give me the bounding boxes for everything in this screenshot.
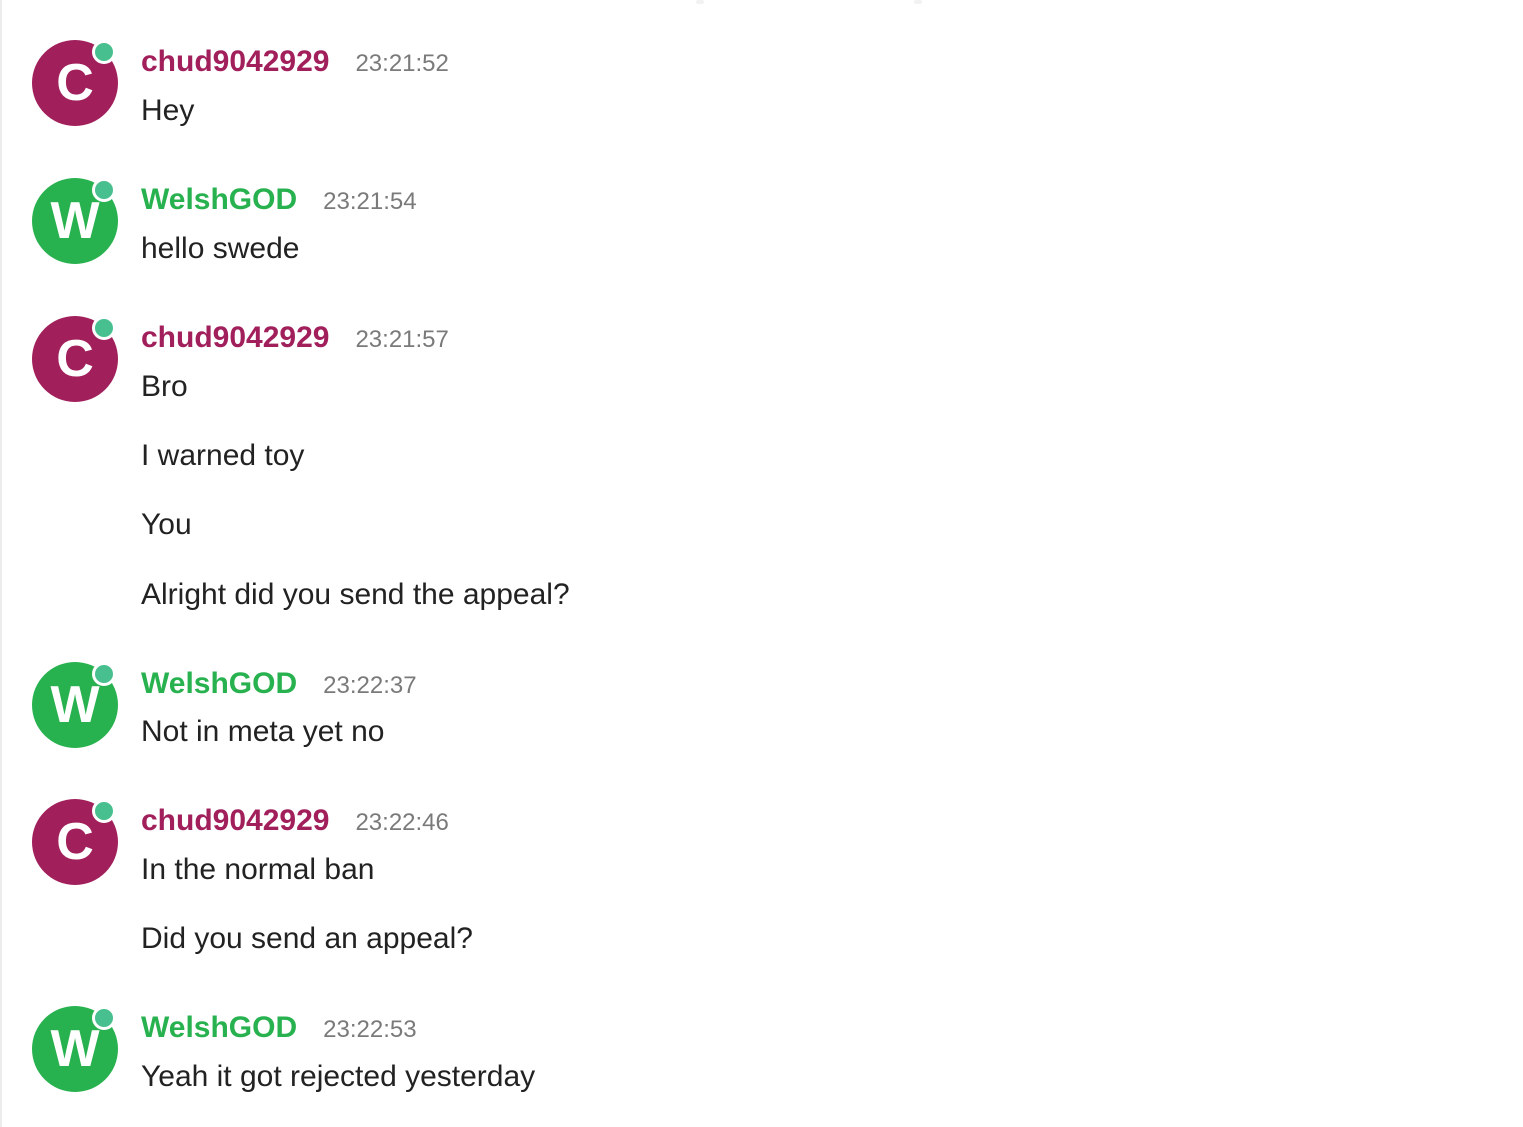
message-text: Hey xyxy=(141,94,195,127)
message-header: chud9042929 23:21:57 xyxy=(141,318,449,358)
chat-log[interactable]: C chud9042929 23:21:52 Hey W WelshGOD 23:2… xyxy=(0,0,1523,1127)
message-text: I warned toy xyxy=(141,439,305,472)
username[interactable]: chud9042929 xyxy=(141,804,329,837)
message-text: Did you send an appeal? xyxy=(141,922,473,955)
online-status-icon xyxy=(92,799,116,823)
message-header: WelshGOD 23:22:37 xyxy=(141,664,417,704)
message-timestamp: 23:22:46 xyxy=(355,809,449,836)
username[interactable]: chud9042929 xyxy=(141,45,329,78)
message-text: In the normal ban xyxy=(141,853,375,886)
message-text: hello swede xyxy=(141,232,300,265)
message-header: WelshGOD 23:21:54 xyxy=(141,180,417,220)
username[interactable]: WelshGOD xyxy=(141,667,297,700)
username[interactable]: WelshGOD xyxy=(141,183,297,216)
username[interactable]: chud9042929 xyxy=(141,321,329,354)
message-timestamp: 23:21:52 xyxy=(355,50,449,77)
message-timestamp: 23:22:53 xyxy=(323,1016,417,1043)
online-status-icon xyxy=(92,662,116,686)
online-status-icon xyxy=(92,316,116,340)
message-header: chud9042929 23:21:52 xyxy=(141,42,449,82)
online-status-icon xyxy=(92,1006,116,1030)
message-header: chud9042929 23:22:46 xyxy=(141,801,449,841)
message-timestamp: 23:22:37 xyxy=(323,672,417,699)
message-text: Bro xyxy=(141,370,188,403)
online-status-icon xyxy=(92,178,116,202)
message-text: You xyxy=(141,508,192,541)
message-timestamp: 23:21:54 xyxy=(323,188,417,215)
message-header: WelshGOD 23:22:53 xyxy=(141,1008,417,1048)
message-text: Alright did you send the appeal? xyxy=(141,578,570,611)
message-text: Yeah it got rejected yesterday xyxy=(141,1060,536,1093)
online-status-icon xyxy=(92,40,116,64)
message-timestamp: 23:21:57 xyxy=(355,326,449,353)
username[interactable]: WelshGOD xyxy=(141,1011,297,1044)
message-text: Not in meta yet no xyxy=(141,715,385,748)
